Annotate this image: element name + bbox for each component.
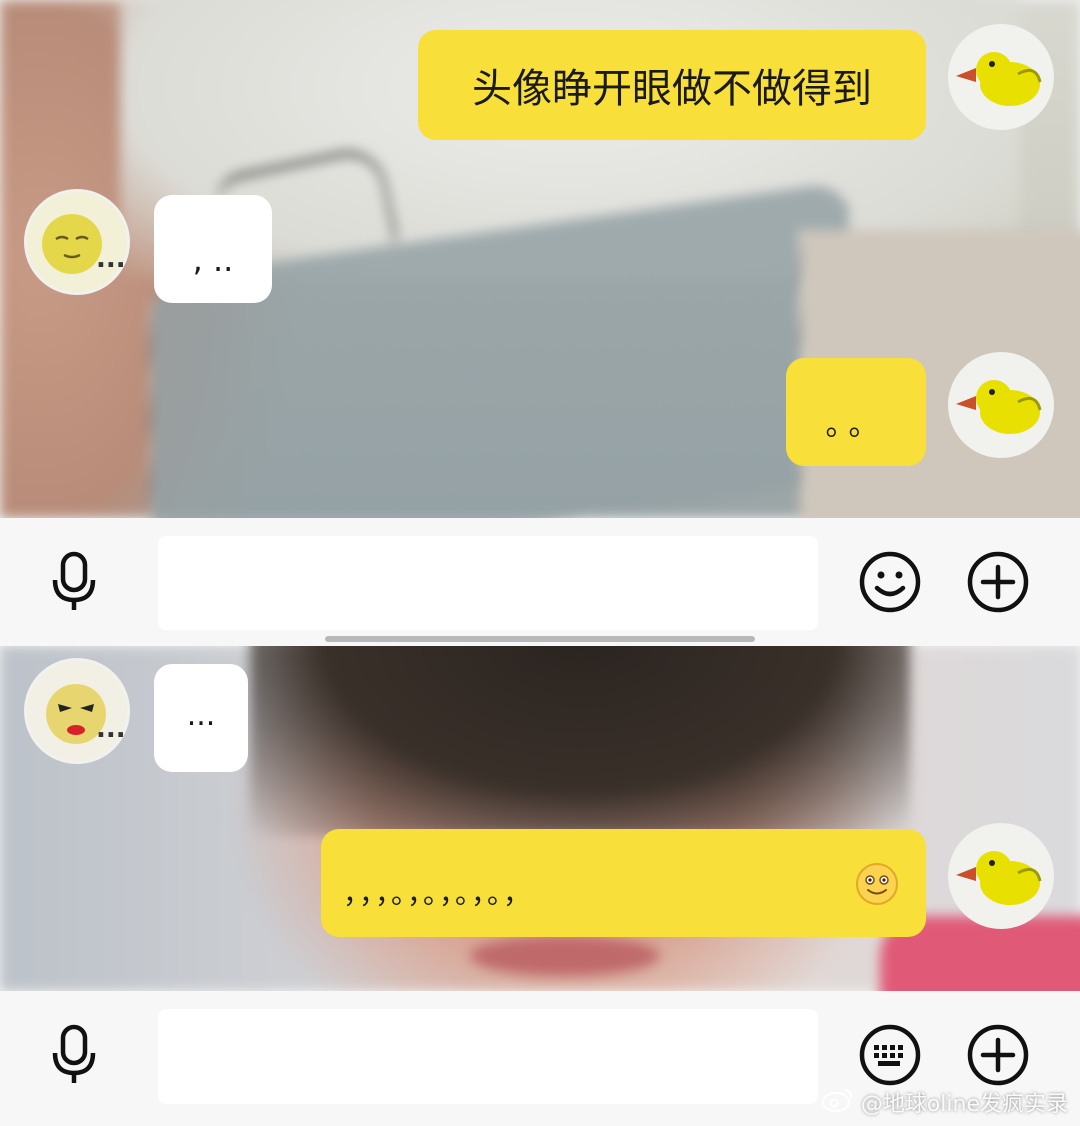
plus-icon[interactable] <box>966 1023 1030 1087</box>
smiling-emoji-icon <box>854 861 900 911</box>
their-message-bubble[interactable]: , .. <box>154 195 272 303</box>
weibo-icon <box>821 1086 855 1118</box>
yellow-duck-icon[interactable] <box>948 823 1054 929</box>
smiley-icon[interactable] <box>858 550 922 614</box>
yellow-duck-icon[interactable] <box>948 352 1054 458</box>
keyboard-icon[interactable] <box>858 1023 922 1087</box>
message-text: , .. <box>192 241 234 279</box>
makeup-face-avatar[interactable] <box>24 658 130 764</box>
their-message-bubble[interactable]: ... <box>154 664 248 772</box>
chat-screen-bottom: ... ... ，，，。，。，。，。， @地球oline发疯实录 <box>0 646 1080 1126</box>
yellow-duck-icon[interactable] <box>948 24 1054 130</box>
truncated-name: ... <box>96 714 126 744</box>
my-message-bubble[interactable]: 。。 <box>786 358 926 466</box>
chat-screen-top: 头像睁开眼做不做得到 ... , .. 。。 <box>0 0 1080 646</box>
sleepy-face-avatar[interactable] <box>24 189 130 295</box>
plus-icon[interactable] <box>966 550 1030 614</box>
my-message-bubble[interactable]: 头像睁开眼做不做得到 <box>418 30 926 140</box>
watermark-text: @地球oline发疯实录 <box>860 1092 1068 1117</box>
microphone-icon[interactable] <box>42 550 106 614</box>
message-input[interactable] <box>158 536 818 630</box>
chat-input-bar <box>0 518 1080 646</box>
home-indicator <box>325 636 755 642</box>
message-text: 。。 <box>825 408 887 443</box>
my-message-bubble[interactable]: ，，，。，。，。，。， <box>321 829 926 937</box>
watermark: @地球oline发疯实录 <box>821 1086 1068 1118</box>
message-text: 头像睁开眼做不做得到 <box>472 66 872 112</box>
message-input[interactable] <box>158 1009 818 1104</box>
microphone-icon[interactable] <box>42 1023 106 1087</box>
message-text: ... <box>186 697 216 733</box>
truncated-name: ... <box>96 244 126 274</box>
message-text: ，，，。，。，。，。， <box>343 877 534 910</box>
chat-input-bar: @地球oline发疯实录 <box>0 991 1080 1126</box>
